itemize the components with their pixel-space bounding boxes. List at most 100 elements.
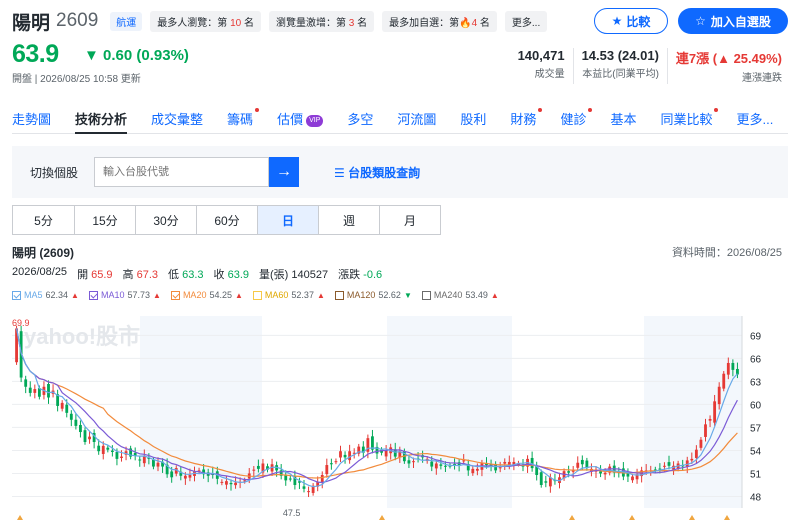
- period-30m[interactable]: 30分: [135, 206, 196, 234]
- candle-body: [567, 471, 571, 473]
- candle-body: [731, 362, 735, 370]
- tab-health-check[interactable]: 健診: [560, 108, 593, 134]
- candle-body: [708, 418, 712, 421]
- tab-dividend[interactable]: 股利: [460, 108, 486, 134]
- candlestick-chart[interactable]: 69 66 63 60 57 54 51 48 yahoo!股市 69.9 47.5: [12, 316, 788, 522]
- fire-icon: 🔥: [459, 17, 472, 29]
- new-dot-icon: [538, 108, 543, 112]
- ohlc-high: 高 67.3: [122, 269, 159, 281]
- event-marker-icon: [724, 515, 730, 520]
- candle-body: [430, 461, 434, 467]
- ohlc-close: 收 63.9: [213, 269, 249, 281]
- rank-tag-view-surge[interactable]: 瀏覽量激增：第 3 名: [268, 10, 375, 32]
- up-arrow-icon: ▲: [490, 290, 499, 300]
- tab-chips[interactable]: 籌碼: [227, 108, 260, 134]
- candle-body: [152, 459, 155, 467]
- candle-body: [580, 459, 584, 465]
- candle-body: [97, 445, 101, 452]
- chart-title: 陽明 (2609): [12, 246, 75, 260]
- candle-body: [339, 451, 342, 458]
- candle-body: [462, 460, 466, 462]
- stock-search-input[interactable]: [94, 157, 269, 187]
- tab-river-chart[interactable]: 河流圖: [397, 108, 436, 134]
- y-tick-label: 69: [750, 331, 762, 342]
- candle-body: [348, 451, 352, 461]
- candle-body: [439, 464, 443, 466]
- period-5m[interactable]: 5分: [13, 206, 74, 234]
- tab-technical-analysis[interactable]: 技術分析: [75, 108, 128, 134]
- tab-trade-summary[interactable]: 成交彙整: [151, 108, 203, 134]
- ohlc-date: 2026/08/25: [12, 266, 68, 278]
- ma5-toggle[interactable]: MA5 62.34 ▲: [12, 290, 79, 300]
- candle-body: [704, 424, 707, 437]
- rank-tag-most-watchlisted[interactable]: 最多加自選：第🔥4 名: [382, 10, 497, 32]
- y-tick-label: 63: [750, 377, 762, 388]
- tab-valuation[interactable]: 估價 VIP: [277, 108, 324, 134]
- candle-body: [88, 436, 91, 440]
- tab-long-short[interactable]: 多空: [347, 108, 373, 134]
- tab-financials[interactable]: 財務: [510, 108, 543, 134]
- tab-basics[interactable]: 基本: [610, 108, 636, 134]
- candle-body: [690, 458, 694, 461]
- price-change: ▼ 0.60 (0.93%): [84, 47, 189, 64]
- candle-body: [110, 450, 114, 452]
- candle-body: [288, 478, 292, 480]
- candle-body: [234, 482, 237, 486]
- ma10-toggle[interactable]: MA10 57.73 ▲: [88, 290, 161, 300]
- candle-body: [407, 460, 411, 464]
- event-marker-icon: [629, 515, 635, 520]
- update-time: 開盤 | 2026/08/25 10:58 更新: [12, 74, 141, 85]
- rank-tag-most-viewed[interactable]: 最多人瀏覽：第 10 名: [150, 10, 261, 32]
- tab-more[interactable]: 更多...: [736, 108, 773, 134]
- add-watchlist-button[interactable]: ☆ 加入自選股: [678, 8, 788, 34]
- stock-name: 陽明: [12, 12, 51, 34]
- y-tick-label: 54: [750, 446, 762, 457]
- period-60m[interactable]: 60分: [196, 206, 257, 234]
- stock-header: 陽明 2609 航運 最多人瀏覽：第 10 名 瀏覽量激增：第 3 名 最多加自…: [12, 6, 788, 36]
- candle-body: [412, 461, 415, 463]
- new-dot-icon: [714, 108, 719, 112]
- up-arrow-icon: ▲: [153, 290, 161, 300]
- ohlc-open: 開 65.9: [77, 269, 113, 281]
- search-submit-button[interactable]: →: [269, 157, 299, 187]
- compare-button[interactable]: ★ 比較: [594, 8, 668, 34]
- period-day[interactable]: 日: [257, 206, 318, 234]
- candle-body: [28, 387, 32, 393]
- candle-body: [183, 475, 187, 479]
- industry-badge[interactable]: 航運: [110, 11, 143, 31]
- chart-data-time: 資料時間：2026/08/25: [671, 247, 782, 259]
- star-icon: ☆: [695, 14, 706, 28]
- candle-body: [599, 471, 602, 474]
- candle-body: [229, 482, 233, 485]
- candle-body: [631, 476, 634, 481]
- up-arrow-icon: ▲: [316, 290, 325, 300]
- ma60-toggle[interactable]: MA60 52.37 ▲: [252, 290, 325, 300]
- candle-body: [384, 450, 388, 457]
- candle-body: [33, 389, 37, 393]
- candle-body: [503, 461, 507, 464]
- ma20-toggle[interactable]: MA20 54.25 ▲: [170, 290, 243, 300]
- sector-search-link[interactable]: ☰ 台股類股查詢: [334, 164, 420, 181]
- down-arrow-icon: ▼: [403, 290, 412, 300]
- period-15m[interactable]: 15分: [74, 206, 135, 234]
- new-dot-icon: [255, 108, 260, 112]
- candle-body: [220, 481, 224, 483]
- tab-peer-compare[interactable]: 同業比較: [660, 108, 719, 134]
- candlestick-chart-svg[interactable]: 69 66 63 60 57 54 51 48 yahoo!股市69.9 47.5: [12, 316, 788, 522]
- ma120-toggle[interactable]: MA120 52.62 ▼: [334, 290, 412, 300]
- period-week[interactable]: 週: [318, 206, 379, 234]
- switch-stock-label: 切換個股: [30, 166, 79, 180]
- ma240-toggle[interactable]: MA240 53.49 ▲: [421, 290, 499, 300]
- ohlc-volume: 量(張) 140527: [259, 269, 329, 281]
- candle-body: [576, 462, 580, 468]
- candle-body: [320, 475, 324, 482]
- period-month[interactable]: 月: [379, 206, 440, 234]
- more-tags-button[interactable]: 更多...: [504, 10, 548, 32]
- candle-body: [252, 469, 256, 471]
- candle-body: [722, 373, 726, 389]
- tab-trend[interactable]: 走勢圖: [12, 108, 51, 134]
- stat-volume: 140,471 成交量: [517, 48, 565, 80]
- candle-body: [667, 462, 671, 466]
- candle-body: [334, 461, 338, 463]
- ma-legend: MA5 62.34 ▲ MA10 57.73 ▲ MA20 54.25 ▲ MA60 52.3…: [12, 290, 499, 300]
